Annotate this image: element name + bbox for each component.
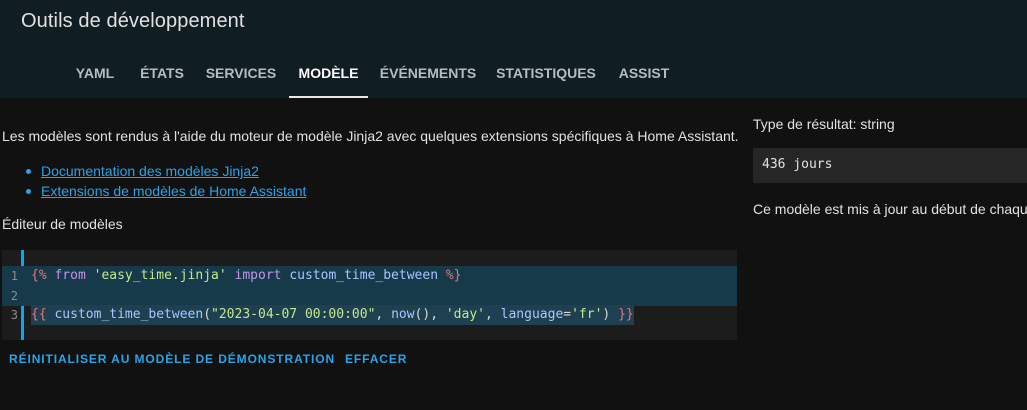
tab-assist[interactable]: ASSIST (609, 52, 679, 98)
code-token: custom_time_between (289, 268, 439, 283)
code-text: {{ custom_time_between("2023-04-07 00:00… (31, 305, 634, 325)
code-token: 'day' (445, 307, 485, 322)
tab-modele[interactable]: MODÈLE (289, 52, 368, 98)
code-token: {{ (31, 307, 47, 322)
line-number: 1 (10, 269, 18, 283)
code-token: }} (618, 307, 634, 322)
code-token: {% (31, 268, 47, 283)
line-number: 2 (10, 289, 18, 303)
code-token: ) (602, 307, 619, 322)
doc-links: Documentation des modèles Jinja2 Extensi… (2, 161, 306, 201)
code-token: import (234, 268, 282, 283)
tab-statistiques[interactable]: STATISTIQUES (488, 52, 604, 98)
tab-services[interactable]: SERVICES (198, 52, 284, 98)
app-header: Outils de développement YAML ÉTATS SERVI… (0, 0, 1027, 98)
code-token: now (391, 307, 415, 322)
code-token: 'fr' (571, 307, 603, 322)
jinja-docs-link[interactable]: Documentation des modèles Jinja2 (41, 163, 259, 179)
template-editor[interactable]: 1 {% from 'easy_time.jinja' import custom… (2, 250, 737, 340)
page-title: Outils de développement (21, 10, 245, 32)
result-value: 436 jours (762, 157, 833, 172)
code-token: custom_time_between (54, 307, 204, 322)
result-output: 436 jours (753, 148, 1027, 183)
code-text: {% from 'easy_time.jinja' import custom_… (31, 266, 462, 286)
editor-line[interactable]: 2 (2, 286, 737, 306)
ha-extensions-link[interactable]: Extensions de modèles de Home Assistant (41, 183, 306, 199)
code-token: language (500, 307, 564, 322)
code-token: 'easy_time.jinja' (93, 268, 227, 283)
intro-text: Les modèles sont rendus à l'aide du mote… (2, 128, 739, 144)
list-item: Documentation des modèles Jinja2 (2, 161, 306, 181)
code-token: , (485, 307, 501, 322)
code-token: from (54, 268, 86, 283)
editor-label: Éditeur de modèles (2, 216, 123, 232)
code-token: "2023-04-07 00:00:00" (211, 307, 376, 322)
editor-line[interactable]: 1 {% from 'easy_time.jinja' import custom… (2, 266, 737, 286)
code-token: ( (203, 307, 212, 322)
code-token: %} (445, 268, 462, 283)
tab-yaml[interactable]: YAML (66, 52, 124, 98)
line-number: 3 (10, 308, 18, 322)
result-type: Type de résultat: string (753, 116, 895, 132)
result-note: Ce modèle est mis à jour au début de cha… (753, 201, 1027, 217)
code-token: , (375, 307, 392, 322)
list-item: Extensions de modèles de Home Assistant (2, 181, 306, 201)
tab-bar: YAML ÉTATS SERVICES MODÈLE ÉVÉNEMENTS ST… (0, 52, 1027, 98)
tab-evenements[interactable]: ÉVÉNEMENTS (372, 52, 484, 98)
code-token: = (563, 307, 572, 322)
clear-button[interactable]: EFFACER (345, 351, 407, 367)
editor-line[interactable]: 3 {{ custom_time_between("2023-04-07 00:0… (2, 305, 737, 325)
code-token: (), (414, 307, 446, 322)
reset-demo-button[interactable]: RÉINITIALISER AU MODÈLE DE DÉMONSTRATION (9, 351, 335, 367)
tab-etats[interactable]: ÉTATS (130, 52, 194, 98)
